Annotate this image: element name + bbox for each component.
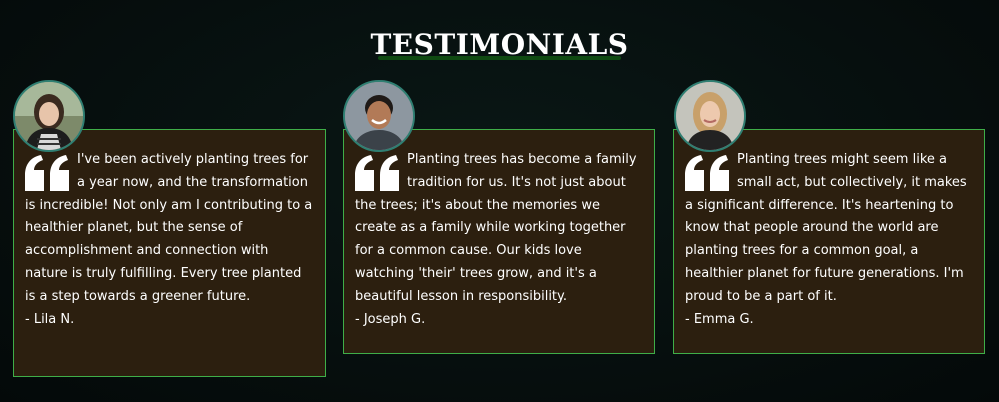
avatar-photo [676, 82, 744, 150]
testimonial-card: I've been actively planting trees for a … [13, 129, 326, 377]
testimonial-card: Planting trees has become a family tradi… [343, 129, 655, 354]
title-underline [378, 56, 621, 60]
quote-icon [685, 155, 729, 191]
testimonial-author: - Lila N. [25, 311, 75, 327]
testimonial-author: - Emma G. [685, 311, 754, 327]
avatar [13, 80, 85, 152]
avatar-photo [345, 82, 413, 150]
quote-icon [25, 155, 69, 191]
avatar-photo [15, 82, 83, 150]
testimonial-author: - Joseph G. [355, 311, 426, 327]
avatar [674, 80, 746, 152]
quote-icon [355, 155, 399, 191]
avatar [343, 80, 415, 152]
testimonial-card: Planting trees might seem like a small a… [673, 129, 985, 354]
